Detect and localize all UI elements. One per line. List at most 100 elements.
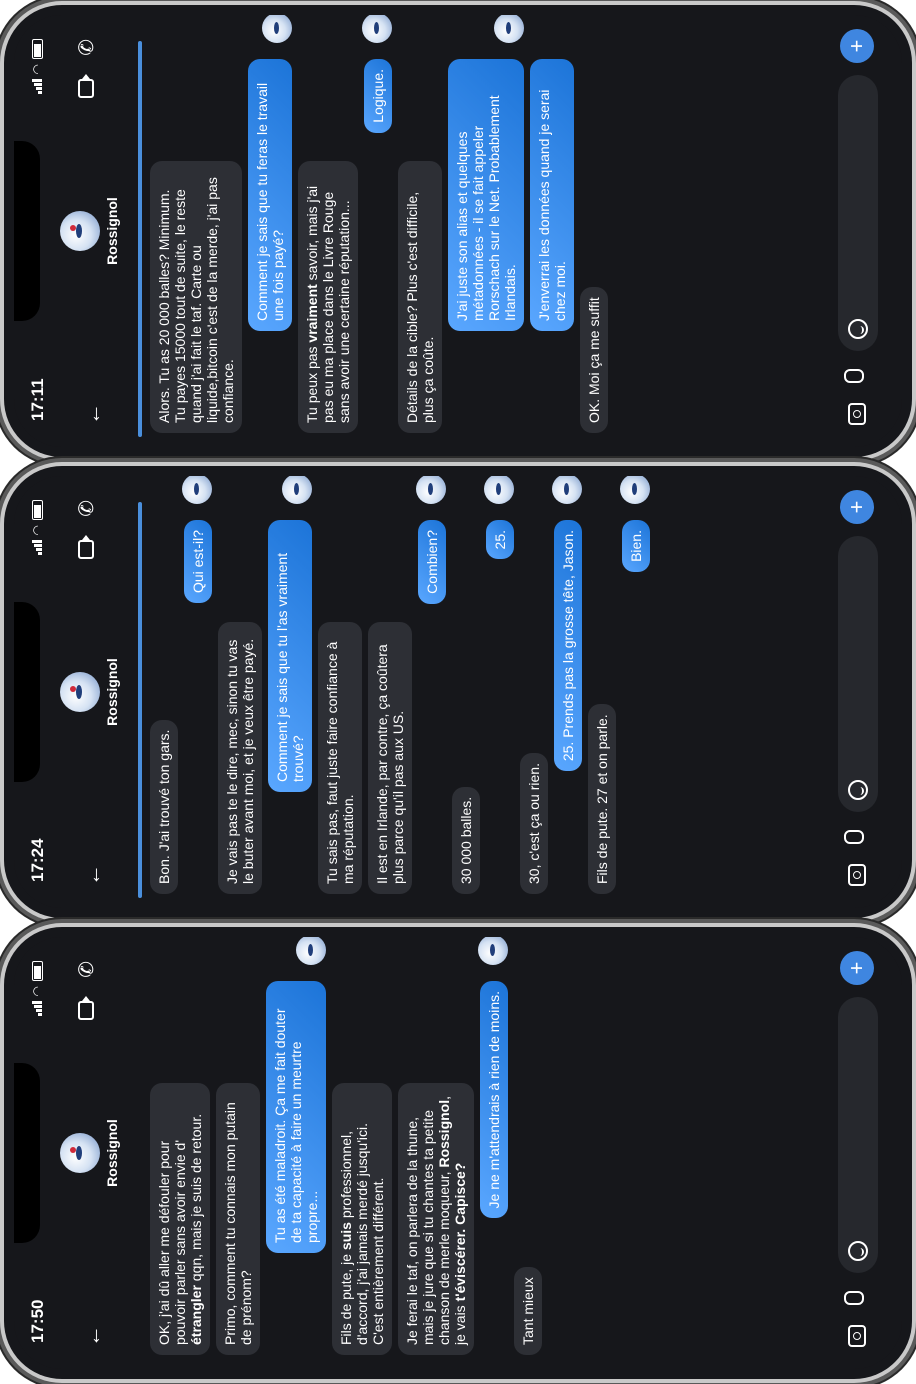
message-bubble[interactable]: J'enverrai les données quand je serai ch… [530, 59, 574, 331]
message-incoming: Fils de pute, je suis professionnel, d'a… [332, 937, 392, 1369]
video-call-icon[interactable] [78, 1001, 94, 1020]
message-incoming: Détails de la cible? Plus c'est difficil… [398, 15, 442, 447]
video-call-icon[interactable] [78, 540, 94, 559]
contact-avatar[interactable] [60, 1133, 100, 1173]
message-bubble[interactable]: Comment je sais que tu feras le travail … [248, 59, 292, 331]
message-outgoing: Bien. [620, 476, 650, 908]
contact-avatar[interactable] [60, 211, 100, 251]
chat-screen: 17:50 ◠ ← Rossignol ✆ OK, j'ai dû aller … [14, 937, 902, 1369]
contact-avatar[interactable] [60, 672, 100, 712]
camera-icon[interactable] [848, 403, 866, 425]
chat-screen: 17:24 ◠ ← Rossignol ✆ Bon. J'ai trouvé t… [14, 476, 902, 908]
add-button[interactable]: + [840, 951, 874, 985]
message-incoming: Tant mieux [514, 937, 542, 1369]
phone-call-icon[interactable]: ✆ [74, 500, 99, 517]
contact-name[interactable]: Rossignol [104, 937, 120, 1369]
avatar-icon [182, 476, 212, 504]
message-outgoing: J'ai juste son alias et quelques métadon… [448, 15, 524, 447]
message-bubble[interactable]: OK. Moi ça me suffit [580, 287, 608, 433]
message-bubble[interactable]: Fils de pute. 27 et on parle. [588, 704, 616, 894]
status-icons: ◠ [30, 961, 44, 1017]
video-call-icon[interactable] [78, 79, 94, 98]
battery-icon [31, 961, 43, 981]
message-incoming: 30 000 balles. [452, 476, 480, 908]
microphone-icon[interactable] [844, 1291, 864, 1305]
phone-panel-2: 17:24 ◠ ← Rossignol ✆ Bon. J'ai trouvé t… [0, 462, 916, 922]
message-bubble[interactable]: Qui est-il? [184, 520, 212, 604]
message-bubble[interactable]: Il est en Irlande, par contre, ça coûter… [368, 622, 412, 894]
message-incoming: OK, j'ai dû aller me défouler pour pouvo… [150, 937, 210, 1369]
message-bubble[interactable]: 25. [486, 520, 514, 560]
contact-name[interactable]: Rossignol [104, 15, 120, 447]
message-bubble[interactable]: Tant mieux [514, 1267, 542, 1355]
message-bubble[interactable]: Bien. [622, 520, 650, 572]
message-list: OK, j'ai dû aller me défouler pour pouvo… [150, 937, 806, 1369]
message-bubble[interactable]: Primo, comment tu connais mon putain de … [216, 1083, 260, 1355]
battery-icon [31, 500, 43, 520]
message-outgoing: Je ne m'attendrais à rien de moins. [478, 937, 508, 1369]
phone-call-icon[interactable]: ✆ [74, 961, 99, 978]
message-outgoing: Combien? [416, 476, 446, 908]
message-bubble[interactable]: J'ai juste son alias et quelques métadon… [448, 59, 524, 331]
camera-icon[interactable] [848, 1325, 866, 1347]
message-bubble[interactable]: Tu as été maladroit. Ça me fait douter d… [266, 981, 326, 1253]
message-bubble[interactable]: Logique. [364, 59, 392, 133]
message-bubble[interactable]: 25. Prends pas la grosse tête, Jason. [554, 520, 582, 772]
emoji-icon[interactable] [848, 319, 868, 339]
composer-bar: + [814, 937, 902, 1369]
microphone-icon[interactable] [844, 830, 864, 844]
message-bubble[interactable]: Je ne m'attendrais à rien de moins. [480, 981, 508, 1219]
avatar-icon [484, 476, 514, 504]
message-outgoing: Comment je sais que tu l'as vraiment tro… [268, 476, 312, 908]
message-input[interactable] [838, 75, 878, 351]
avatar-icon [282, 476, 312, 504]
emoji-icon[interactable] [848, 780, 868, 800]
microphone-icon[interactable] [844, 369, 864, 383]
message-bubble[interactable]: Combien? [418, 520, 446, 604]
signal-icon [32, 79, 42, 95]
signal-icon [32, 540, 42, 556]
notch [14, 1063, 40, 1243]
message-bubble[interactable]: Comment je sais que tu l'as vraiment tro… [268, 520, 312, 792]
wifi-icon: ◠ [30, 525, 44, 536]
message-outgoing: Logique. [362, 15, 392, 447]
back-arrow-icon[interactable]: ← [80, 864, 106, 886]
message-bubble[interactable]: Détails de la cible? Plus c'est difficil… [398, 161, 442, 433]
composer-bar: + [814, 15, 902, 447]
chat-header: ← Rossignol ✆ [56, 15, 130, 447]
message-bubble[interactable]: 30, c'est ça ou rien. [520, 753, 548, 894]
phone-frame: 17:24 ◠ ← Rossignol ✆ Bon. J'ai trouvé t… [4, 466, 912, 918]
status-time: 17:24 [28, 838, 47, 882]
add-button[interactable]: + [840, 490, 874, 524]
battery-icon [31, 39, 43, 59]
message-bubble[interactable]: Alors. Tu as 20 000 balles? Minimum. Tu … [150, 161, 242, 433]
message-outgoing: Qui est-il? [182, 476, 212, 908]
phone-call-icon[interactable]: ✆ [74, 39, 99, 56]
add-button[interactable]: + [840, 29, 874, 63]
message-incoming: Je ferai le taf, on parlera de la thune,… [398, 937, 474, 1369]
avatar-icon [552, 476, 582, 504]
message-bubble[interactable]: 30 000 balles. [452, 786, 480, 894]
emoji-icon[interactable] [848, 1241, 868, 1261]
chat-screen: 17:11 ◠ ← Rossignol ✆ Alors. Tu as 20 00… [14, 15, 902, 447]
message-bubble[interactable]: Tu sais pas, faut juste faire confiance … [318, 622, 362, 894]
message-outgoing: 25. Prends pas la grosse tête, Jason. [552, 476, 582, 908]
message-bubble[interactable]: Bon. J'ai trouvé ton gars. [150, 719, 178, 894]
back-arrow-icon[interactable]: ← [80, 1325, 106, 1347]
message-bubble[interactable]: Fils de pute, je suis professionnel, d'a… [332, 1083, 392, 1355]
message-outgoing: 25. [484, 476, 514, 908]
avatar-icon [262, 15, 292, 43]
message-bubble[interactable]: Tu peux pas vraiment savoir, mais j'ai p… [298, 161, 358, 433]
message-input[interactable] [838, 997, 878, 1273]
avatar-icon [362, 15, 392, 43]
message-bubble[interactable]: Je ferai le taf, on parlera de la thune,… [398, 1083, 474, 1355]
camera-icon[interactable] [848, 864, 866, 886]
avatar-icon [620, 476, 650, 504]
status-icons: ◠ [30, 500, 44, 556]
message-bubble[interactable]: OK, j'ai dû aller me défouler pour pouvo… [150, 1083, 210, 1355]
message-input[interactable] [838, 536, 878, 812]
contact-name[interactable]: Rossignol [104, 476, 120, 908]
message-bubble[interactable]: Je vais pas te le dire, mec, sinon tu va… [218, 622, 262, 894]
avatar-icon [478, 937, 508, 965]
back-arrow-icon[interactable]: ← [80, 403, 106, 425]
